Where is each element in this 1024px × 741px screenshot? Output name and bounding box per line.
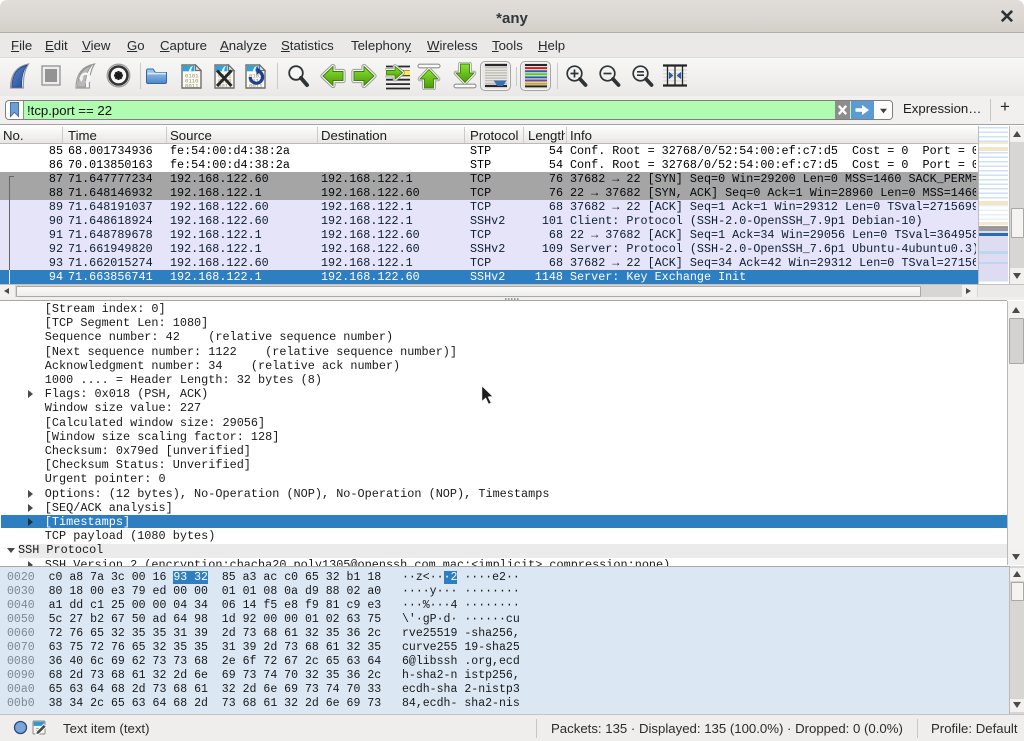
svg-text:0011: 0011 <box>185 83 199 89</box>
